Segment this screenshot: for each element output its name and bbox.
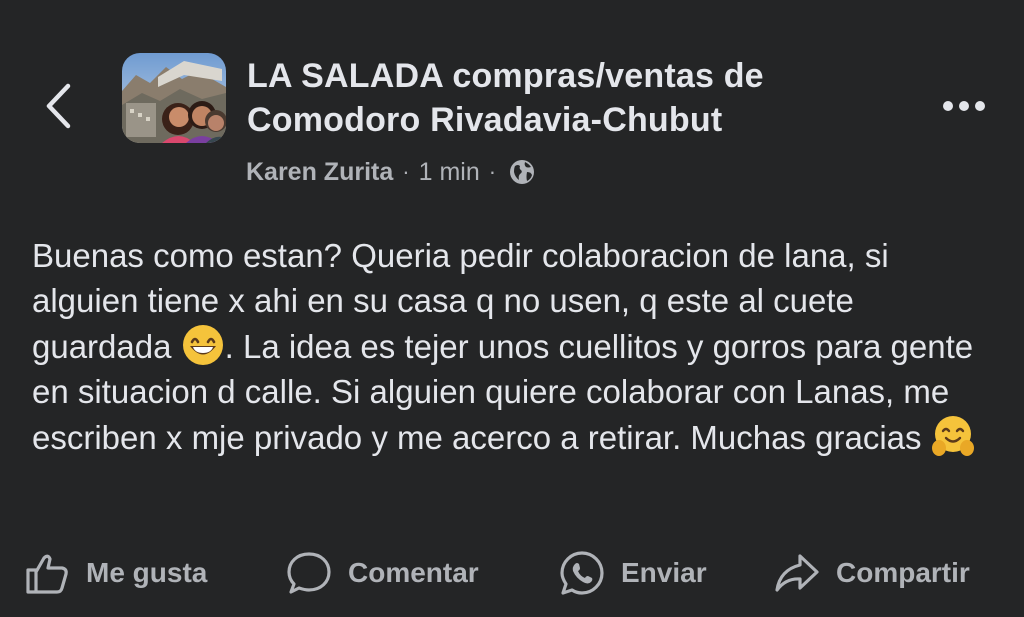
post-time[interactable]: 1 min [419, 158, 480, 187]
group-avatar[interactable] [122, 53, 226, 143]
comment-button[interactable]: Comentar [284, 540, 479, 606]
more-horizontal-icon [943, 101, 985, 111]
author-name[interactable]: Karen Zurita [246, 158, 393, 187]
like-label: Me gusta [86, 557, 208, 588]
post-actions-bar: Me gusta Comentar Enviar Compartir [0, 540, 1024, 606]
more-options-button[interactable] [940, 94, 988, 118]
share-button[interactable]: Compartir [772, 540, 970, 606]
post-meta: Karen Zurita · 1 min · [246, 154, 537, 190]
comment-label: Comentar [348, 557, 479, 588]
chevron-left-icon [46, 83, 71, 129]
hugging-face-emoji [931, 416, 974, 456]
back-button[interactable] [40, 78, 80, 134]
send-button[interactable]: Enviar [557, 540, 707, 606]
send-label: Enviar [621, 557, 707, 588]
whatsapp-icon [560, 551, 604, 595]
meta-separator-2: · [488, 159, 497, 184]
like-button[interactable]: Me gusta [22, 540, 207, 606]
post-text: Buenas como estan? Queria pedir colabora… [32, 233, 1002, 460]
comment-bubble-icon [287, 552, 331, 594]
meta-separator: · [402, 159, 410, 184]
group-photo [122, 53, 226, 143]
grinning-face-emoji [182, 325, 223, 365]
globe-icon [510, 160, 535, 184]
share-arrow-icon [775, 554, 819, 592]
group-name[interactable]: LA SALADA compras/ventas de Comodoro Riv… [247, 54, 887, 142]
share-label: Compartir [836, 557, 970, 588]
thumbs-up-icon [26, 554, 68, 594]
